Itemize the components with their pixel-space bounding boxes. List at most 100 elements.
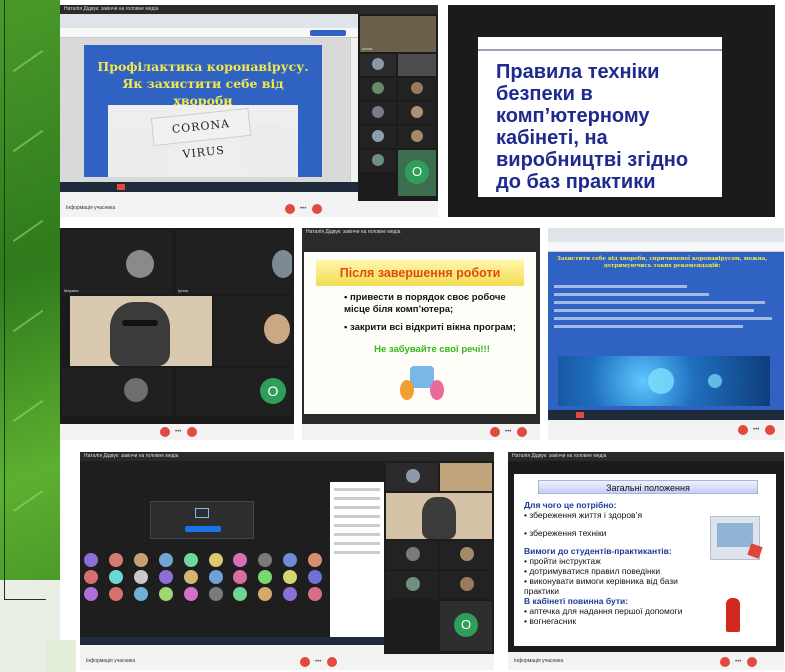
virus-particle [708,374,722,388]
participant-tile [360,126,396,148]
mic-button[interactable] [160,427,170,437]
participant-tile [360,54,396,76]
mic-button[interactable] [285,204,295,214]
virus-particle [648,368,674,394]
participant-gallery: Ірина O [358,14,438,201]
slide: Профілактика коронавірусу. Як захистити … [84,45,322,177]
participant-avatar [372,58,384,70]
computer-image [710,516,763,560]
participant-gallery: O [384,461,494,654]
slide-title-banner: Після завершення роботи [316,260,524,286]
participant-tile [360,78,396,100]
more-icon[interactable]: ••• [175,429,181,435]
more-icon[interactable]: ••• [735,659,741,665]
share-button[interactable] [310,30,346,36]
mic-button[interactable] [490,427,500,437]
slide-title-bar: Загальні положення [538,480,758,494]
participant-tile: O [440,601,492,651]
slide-title: Після завершення роботи [339,266,501,280]
slide-heading: Захистити себе від хвороби, спричиненої … [556,256,768,269]
cartoon-illustration [400,362,444,406]
participant-tile [440,541,492,569]
slide-image: CORONA VIRUS [108,105,298,177]
active-speaker-video [70,296,212,366]
present-icon [195,508,209,518]
slide-background-corner [46,640,76,672]
mic-button[interactable] [300,657,310,667]
presentation-placeholder [150,501,254,539]
zoom-topbar: Наталія Дідвук: закінчи на головне медіа [60,5,438,14]
windows-taskbar [80,637,384,645]
participant-tile [386,463,438,491]
participant-tile: O [398,150,436,196]
leave-button[interactable] [187,427,197,437]
screenshot-general-provisions: Наталія Дідвук: закінчи на головне медіа… [508,452,784,670]
participant-avatar [372,106,384,118]
windows-taskbar [548,410,784,420]
more-icon[interactable]: ••• [315,659,321,665]
zoom-topbar: Наталія Дідвук: закінчи на головне медіа [80,452,494,461]
participant-tile [398,126,436,148]
recommendations-list [554,280,776,344]
section-heading: Для чого це потрібно: [524,500,617,510]
list-item: • аптечка для надання першої допомоги [524,606,683,616]
participant-avatar [372,82,384,94]
participants-panel [330,482,384,637]
participant-avatar [272,250,292,278]
zoom-topbar: Наталія Дідвук: закінчи на головне медіа [508,452,784,461]
browser-toolbar [60,14,358,28]
leave-button[interactable] [312,204,322,214]
mic-button[interactable] [720,657,730,667]
corona-card: CORONA VIRUS [150,107,252,161]
frame-border [4,0,5,600]
section-heading: В кабінеті повинна бути: [524,596,629,606]
first-aid-image [747,543,763,559]
slide: Захистити себе від хвороби, спричиненої … [548,252,784,410]
participant-tile [360,102,396,124]
zoom-info-label: Інформація учасника [86,658,136,664]
zoom-controls: ••• [302,424,540,440]
leave-button[interactable] [327,657,337,667]
virus-image [558,356,770,406]
leave-button[interactable] [765,425,775,435]
screenshot-conference-grid: Наталія Дідвук: закінчи на головне медіа [80,452,494,670]
leave-button[interactable] [517,427,527,437]
zoom-controls: ••• [60,424,294,440]
screenshot-after-work: Наталія Дідвук: закінчи на головне медіа… [302,228,540,440]
participant-tile [214,296,292,366]
list-item: • виконувати вимоги керівника від бази п… [524,576,678,596]
participant-avatar [411,130,423,142]
more-icon[interactable]: ••• [505,429,511,435]
participant-initial: O [454,613,478,637]
taskbar-app-icon[interactable] [117,184,125,190]
leave-button[interactable] [747,657,757,667]
present-button[interactable] [185,526,221,532]
list-item: • збереження техніки [524,528,607,538]
screenshot-coronavirus-lesson: Наталія Дідвук: закінчи на головне медіа… [60,5,438,217]
participant-initial: O [260,378,286,404]
slide: Правила техніки безпеки в комп’ютерному … [478,37,722,197]
reminder-text: Не забувайте свої речі!!! [374,344,490,355]
frame-border [4,599,46,600]
provisions-list: Для чого це потрібно: • збереження життя… [524,500,700,626]
screenshot-corona-recommendations: Захистити себе від хвороби, спричиненої … [548,228,784,440]
participant-avatar [411,106,423,118]
slide-title: Профілактика коронавірусу. Як захистити … [97,59,309,108]
list-item: • пройти інструктаж [524,556,601,566]
participant-avatar [372,154,384,166]
more-icon[interactable]: ••• [753,427,759,433]
zoom-info-label: Інформація учасника [66,205,116,211]
taskbar-app-icon[interactable] [576,412,584,418]
slide-title: Загальні положення [606,483,690,493]
slide-title: Правила техніки безпеки в комп’ютерному … [496,61,689,193]
screenshot-safety-rules: Правила техніки безпеки в комп’ютерному … [448,5,775,217]
browser-toolbar [548,228,784,242]
tools-strip [350,38,358,182]
participant-tile [398,78,436,100]
viewer-toolbar [548,242,784,252]
list-item: • збереження життя і здоров’я [524,510,643,520]
more-icon[interactable]: ••• [300,206,306,212]
zoom-controls: Інформація учасника ••• [80,654,494,670]
participant-tile [360,150,396,172]
mic-button[interactable] [738,425,748,435]
